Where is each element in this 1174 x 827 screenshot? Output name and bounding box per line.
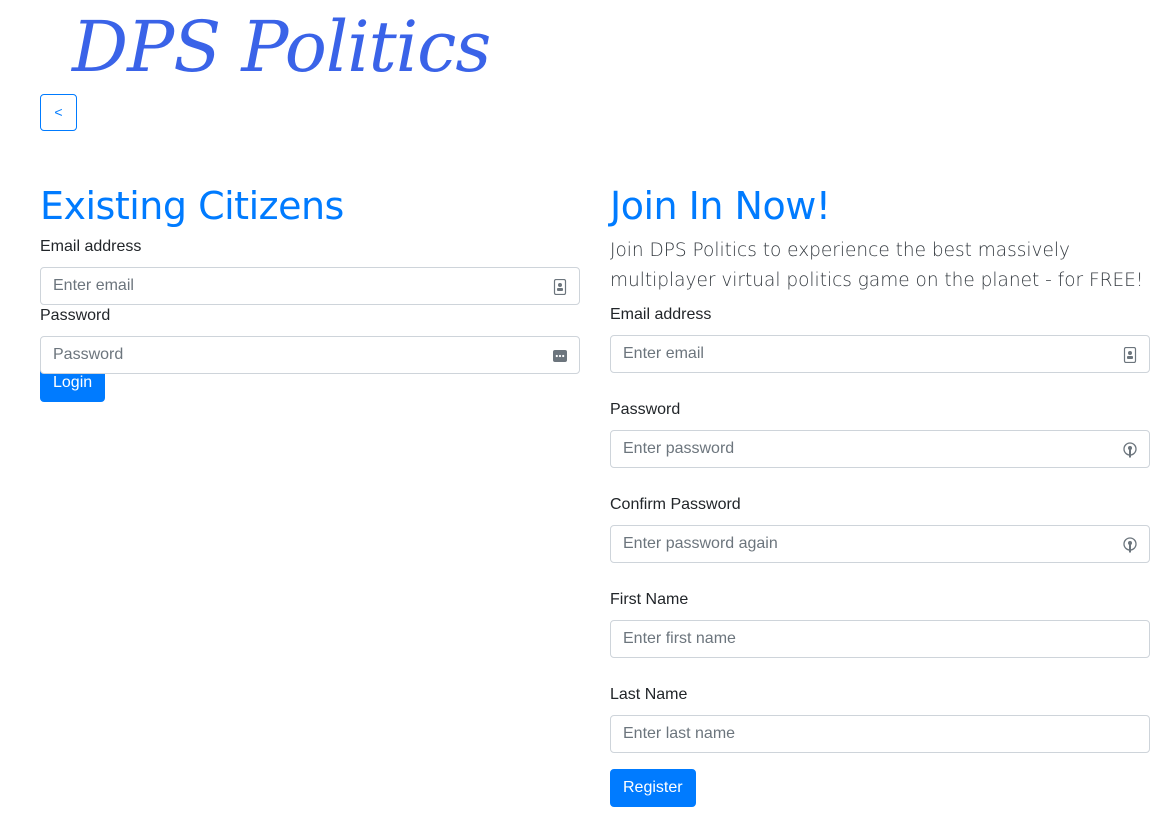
login-email-field-wrapper — [40, 267, 580, 305]
register-password-group: Password — [610, 399, 1150, 468]
login-heading: Existing Citizens — [40, 184, 344, 228]
login-password-field-wrapper — [40, 336, 580, 374]
contact-card-icon[interactable] — [1123, 347, 1137, 363]
register-password-field-wrapper — [610, 430, 1150, 468]
key-icon[interactable] — [1123, 442, 1137, 458]
page: DPS Politics < Existing Citizens Email a… — [0, 0, 1174, 827]
register-confirm-label: Confirm Password — [610, 496, 741, 513]
register-email-field-wrapper — [610, 335, 1150, 373]
register-email-label: Email address — [610, 306, 712, 323]
register-email-input[interactable] — [611, 336, 1149, 372]
register-lead-text: Join DPS Politics to experience the best… — [610, 240, 1144, 291]
register-last-name-input[interactable] — [611, 716, 1149, 752]
register-confirm-input[interactable] — [611, 526, 1149, 562]
key-icon[interactable] — [1123, 537, 1137, 553]
register-email-group: Email address — [610, 304, 1150, 373]
password-dots-icon[interactable] — [553, 348, 567, 364]
register-first-name-field-wrapper — [610, 620, 1150, 658]
register-button[interactable]: Register — [610, 769, 696, 807]
back-button[interactable]: < — [40, 94, 77, 131]
register-heading: Join In Now! — [610, 184, 831, 228]
register-confirm-field-wrapper — [610, 525, 1150, 563]
register-password-label: Password — [610, 401, 681, 418]
login-password-input[interactable] — [41, 337, 579, 373]
register-first-name-label: First Name — [610, 591, 689, 608]
login-email-group: Email address — [40, 236, 580, 305]
register-form: Join In Now! Join DPS Politics to experi… — [610, 180, 1150, 807]
register-first-name-group: First Name — [610, 589, 1150, 658]
contact-card-icon[interactable] — [553, 279, 567, 295]
login-password-label: Password — [40, 307, 111, 324]
register-last-name-label: Last Name — [610, 686, 688, 703]
register-last-name-group: Last Name — [610, 684, 1150, 753]
login-form: Existing Citizens Email address Password — [40, 180, 580, 402]
register-password-input[interactable] — [611, 431, 1149, 467]
login-password-group: Password — [40, 305, 580, 374]
login-email-input[interactable] — [41, 268, 579, 304]
site-logo[interactable]: DPS Politics — [72, 2, 491, 92]
register-last-name-field-wrapper — [610, 715, 1150, 753]
login-email-label: Email address — [40, 238, 142, 255]
register-first-name-input[interactable] — [611, 621, 1149, 657]
register-confirm-group: Confirm Password — [610, 494, 1150, 563]
